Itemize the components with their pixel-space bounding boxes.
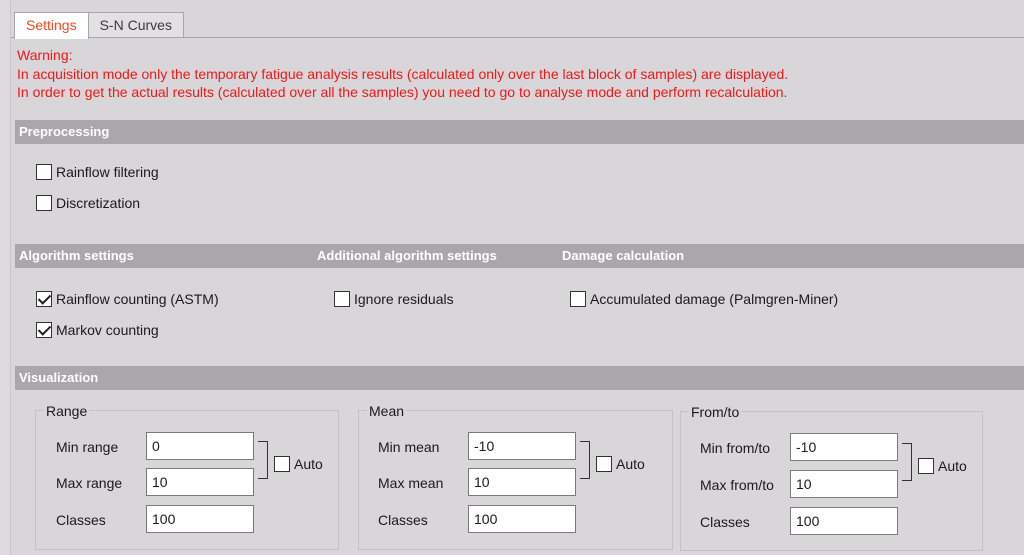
- fromto-auto-label: Auto: [938, 458, 967, 474]
- fromto-classes-input[interactable]: 100: [790, 507, 898, 535]
- mean-auto-label: Auto: [616, 456, 645, 472]
- max-mean-label: Max mean: [378, 475, 444, 491]
- warning-message: Warning: In acquisition mode only the te…: [17, 46, 788, 102]
- rainflow-astm-checkbox[interactable]: [36, 291, 52, 307]
- min-fromto-input[interactable]: -10: [790, 433, 898, 461]
- discretization-label: Discretization: [56, 195, 141, 211]
- damage-calculation-header-label: Damage calculation: [562, 248, 685, 263]
- min-fromto-label: Min from/to: [700, 440, 771, 456]
- rainflow-filtering-checkbox[interactable]: [36, 164, 52, 180]
- max-fromto-label: Max from/to: [700, 477, 774, 493]
- fromto-classes-label: Classes: [700, 514, 750, 530]
- tab-settings[interactable]: Settings: [14, 12, 89, 39]
- tab-sn-curves[interactable]: S-N Curves: [87, 12, 184, 38]
- range-classes-input[interactable]: 100: [146, 505, 254, 533]
- mean-bracket: [580, 441, 590, 479]
- markov-counting-checkbox[interactable]: [36, 322, 52, 338]
- settings-panel: Warning: In acquisition mode only the te…: [11, 37, 1024, 555]
- markov-counting-option[interactable]: Markov counting: [36, 322, 159, 338]
- discretization-checkbox[interactable]: [36, 195, 52, 211]
- rainflow-filtering-label: Rainflow filtering: [56, 164, 159, 180]
- mean-auto-checkbox[interactable]: [596, 456, 612, 472]
- fromto-auto-checkbox[interactable]: [918, 458, 934, 474]
- min-range-label: Min range: [56, 439, 119, 455]
- visualization-header: Visualization: [15, 366, 1024, 390]
- min-mean-label: Min mean: [378, 439, 440, 455]
- warning-line-2: In order to get the actual results (calc…: [17, 84, 788, 100]
- max-mean-input[interactable]: 10: [468, 468, 576, 496]
- algorithm-header: Algorithm settings Additional algorithm …: [15, 244, 1024, 268]
- rainflow-astm-option[interactable]: Rainflow counting (ASTM): [36, 291, 219, 307]
- mean-group: Mean Min mean -10 Max mean 10 Classes 10…: [358, 403, 673, 550]
- accumulated-damage-option[interactable]: Accumulated damage (Palmgren-Miner): [570, 291, 838, 307]
- min-range-input[interactable]: 0: [146, 432, 254, 460]
- range-auto-label: Auto: [294, 456, 323, 472]
- fromto-bracket: [902, 443, 912, 481]
- visualization-header-label: Visualization: [19, 370, 99, 385]
- ignore-residuals-checkbox[interactable]: [334, 291, 350, 307]
- ignore-residuals-option[interactable]: Ignore residuals: [334, 291, 454, 307]
- min-mean-input[interactable]: -10: [468, 432, 576, 460]
- warning-line-1: In acquisition mode only the temporary f…: [17, 65, 789, 82]
- range-auto-checkbox[interactable]: [274, 456, 290, 472]
- left-edge-bar: [0, 0, 11, 555]
- range-classes-label: Classes: [56, 512, 106, 528]
- warning-title: Warning:: [17, 47, 73, 63]
- rainflow-filtering-option[interactable]: Rainflow filtering: [36, 164, 159, 180]
- mean-auto-option[interactable]: Auto: [596, 456, 645, 472]
- algorithm-settings-header-label: Algorithm settings: [19, 248, 134, 263]
- tab-bar: Settings S-N Curves: [14, 12, 184, 39]
- rainflow-astm-label: Rainflow counting (ASTM): [56, 291, 219, 307]
- mean-classes-label: Classes: [378, 512, 428, 528]
- max-fromto-input[interactable]: 10: [790, 470, 898, 498]
- discretization-option[interactable]: Discretization: [36, 195, 140, 211]
- ignore-residuals-label: Ignore residuals: [354, 291, 454, 307]
- max-range-input[interactable]: 10: [146, 468, 254, 496]
- fromto-auto-option[interactable]: Auto: [918, 458, 967, 474]
- markov-counting-label: Markov counting: [56, 322, 159, 338]
- fromto-group-title: From/to: [689, 404, 742, 420]
- preprocessing-header-label: Preprocessing: [19, 124, 110, 139]
- accumulated-damage-label: Accumulated damage (Palmgren-Miner): [590, 291, 839, 307]
- max-range-label: Max range: [56, 475, 123, 491]
- range-group-title: Range: [44, 403, 90, 419]
- mean-group-title: Mean: [367, 403, 407, 419]
- preprocessing-header: Preprocessing: [15, 120, 1024, 144]
- mean-classes-input[interactable]: 100: [468, 505, 576, 533]
- additional-algorithm-header-label: Additional algorithm settings: [317, 248, 497, 263]
- fromto-group: From/to Min from/to -10 Max from/to 10 C…: [680, 404, 983, 551]
- accumulated-damage-checkbox[interactable]: [570, 291, 586, 307]
- range-group: Range Min range 0 Max range 10 Classes 1…: [35, 403, 339, 550]
- range-auto-option[interactable]: Auto: [274, 456, 323, 472]
- range-bracket: [258, 441, 268, 479]
